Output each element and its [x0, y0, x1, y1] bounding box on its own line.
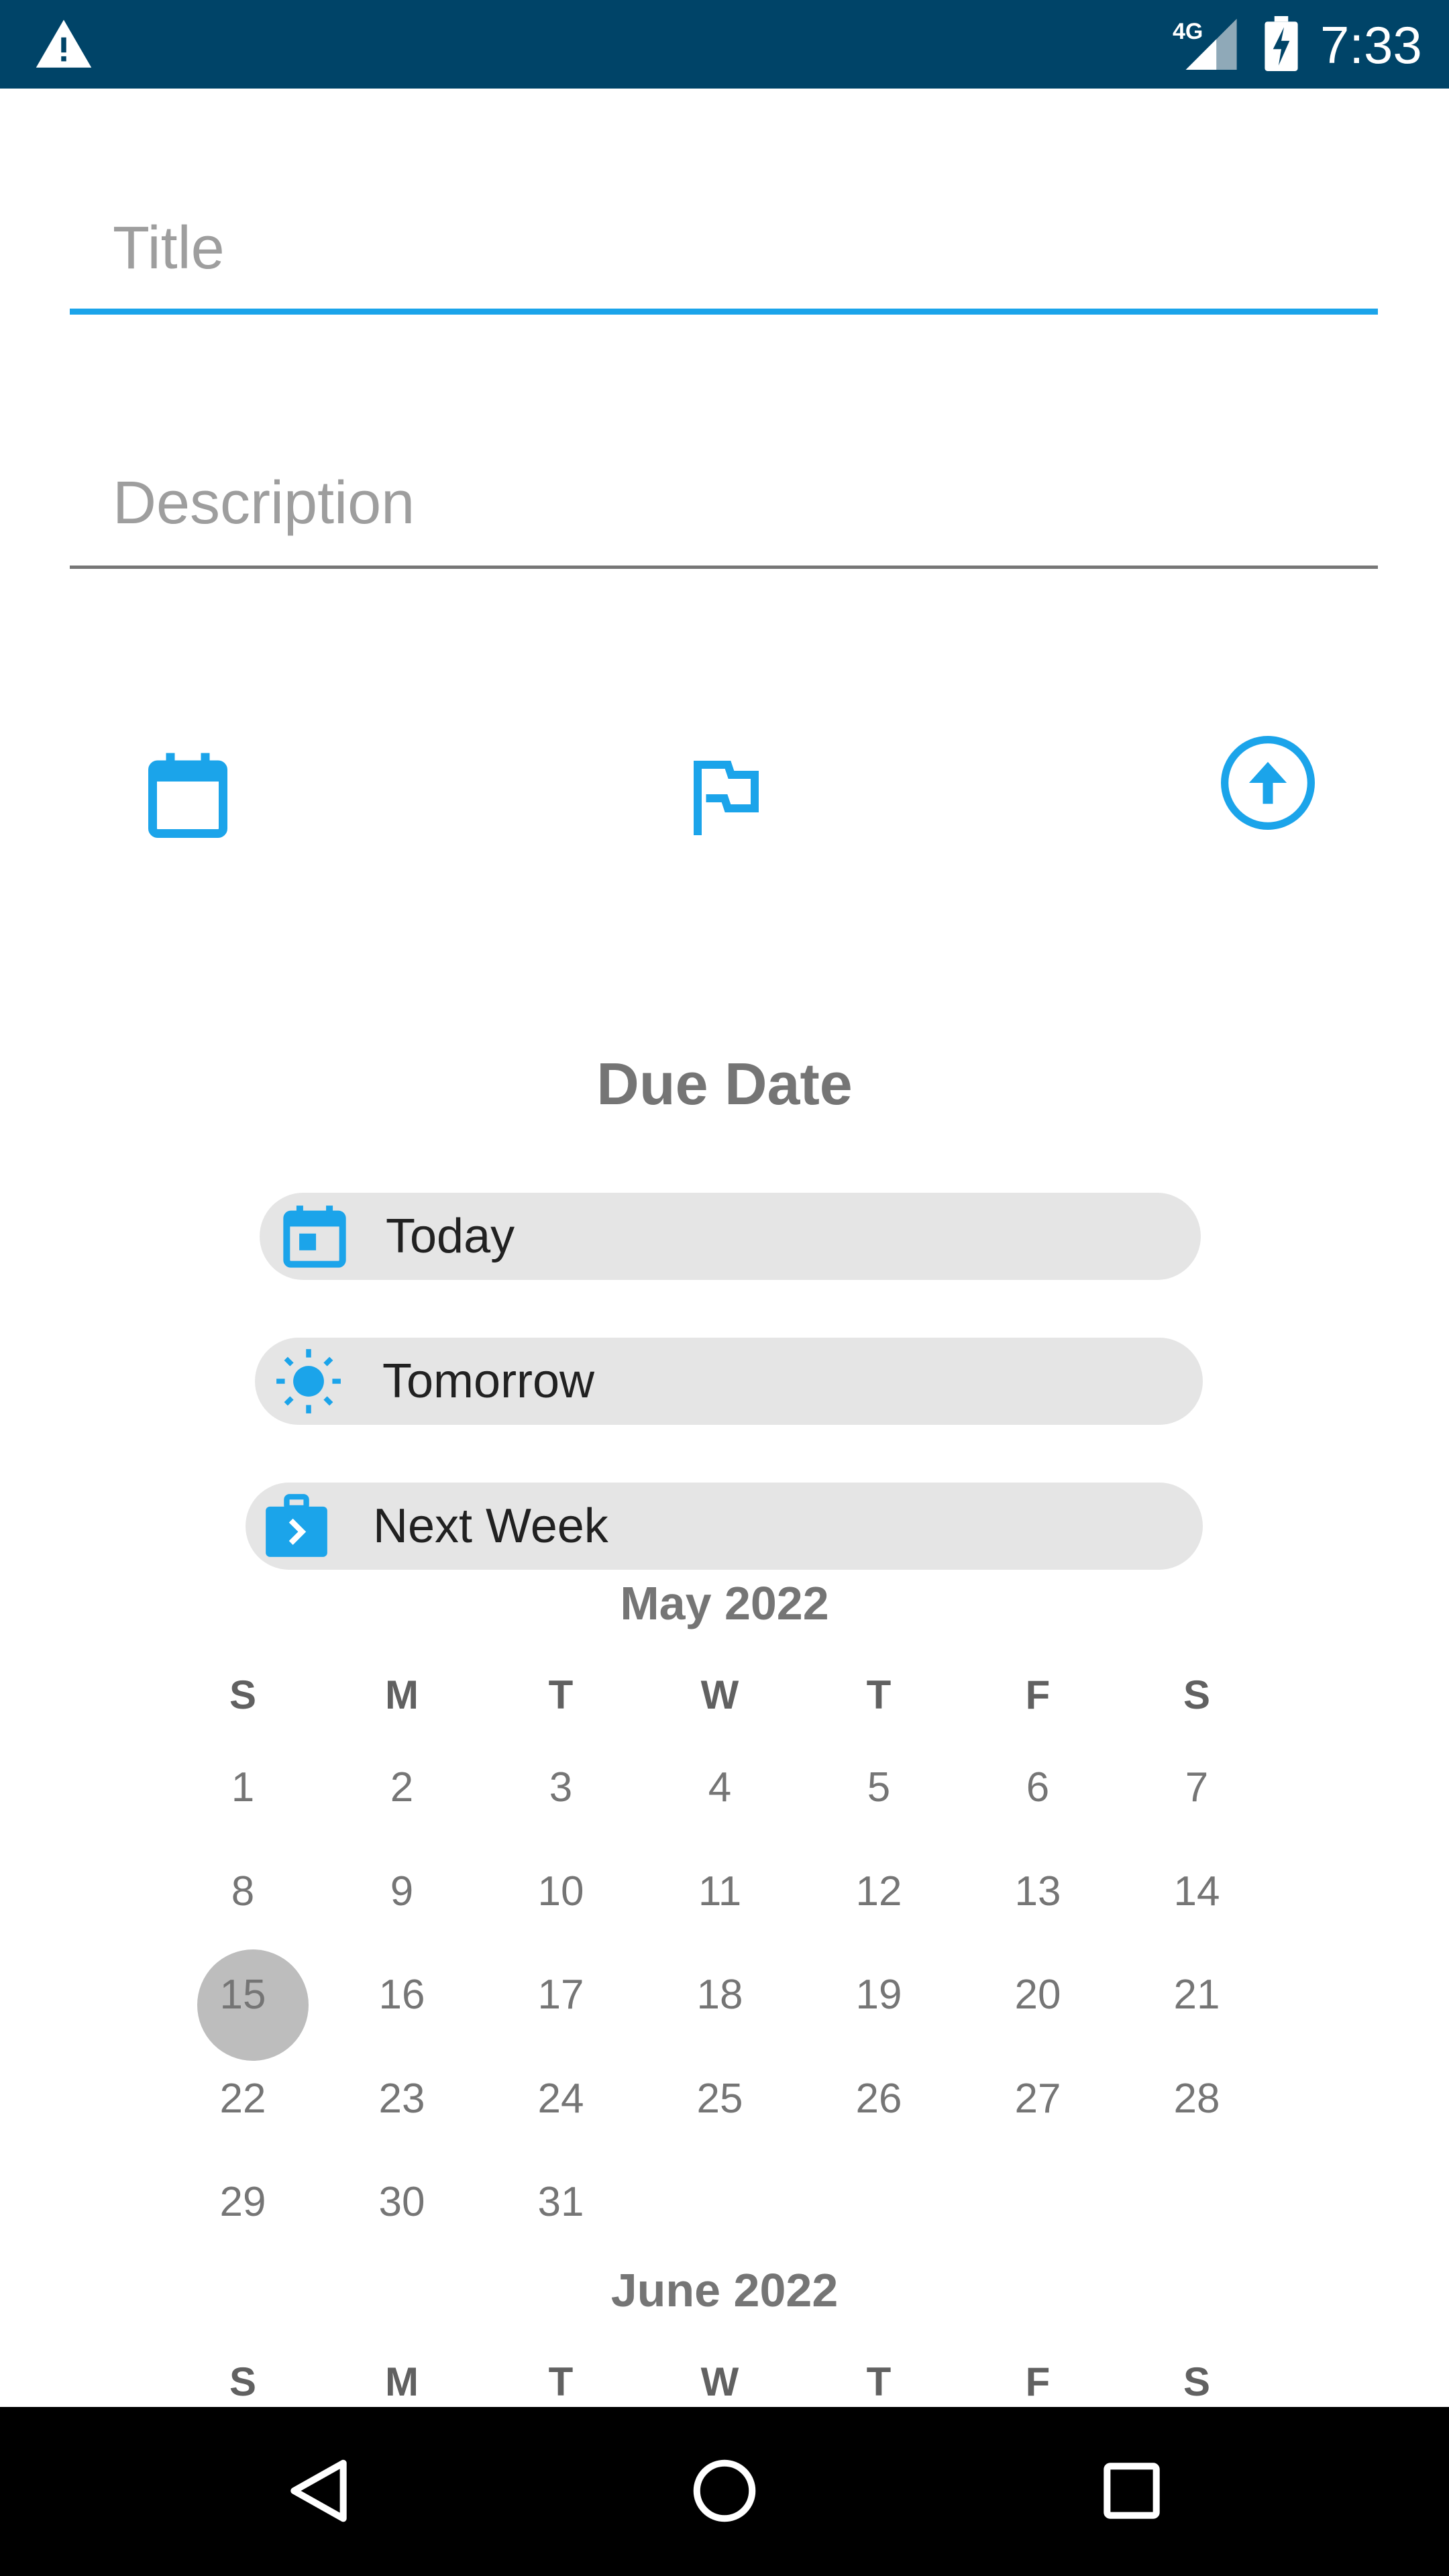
- tomorrow-label: Tomorrow: [382, 1354, 595, 1408]
- calendar-day[interactable]: 18: [666, 1945, 773, 2045]
- calendar-day[interactable]: 11: [666, 1841, 773, 1942]
- weekday-header: W: [700, 1672, 739, 1717]
- calendar-day[interactable]: 3: [507, 1737, 614, 1838]
- tomorrow-option[interactable]: Tomorrow: [255, 1338, 1203, 1425]
- weekday-header: M: [385, 1672, 419, 1717]
- calendar-day[interactable]: 7: [1143, 1737, 1250, 1838]
- title-field[interactable]: Title: [70, 201, 1378, 322]
- home-icon[interactable]: [688, 2454, 761, 2528]
- calendar-day[interactable]: 24: [507, 2049, 614, 2149]
- calendar-day[interactable]: 16: [348, 1945, 455, 2045]
- weekday-header: T: [548, 1672, 574, 1717]
- calendar-day[interactable]: 30: [348, 2152, 455, 2253]
- battery-charging-icon: [1265, 16, 1298, 71]
- description-field[interactable]: Description: [70, 456, 1378, 577]
- calendar-day[interactable]: 31: [507, 2152, 614, 2253]
- due-date-heading: Due Date: [596, 1051, 853, 1117]
- weekday-header: T: [866, 1672, 892, 1717]
- signal-icon: [1185, 19, 1237, 70]
- calendar-day[interactable]: 20: [984, 1945, 1091, 2045]
- calendar-day[interactable]: 23: [348, 2049, 455, 2149]
- calendar-day[interactable]: 12: [825, 1841, 932, 1942]
- flag-icon[interactable]: [684, 758, 765, 839]
- status-bar: 4G 7:33: [0, 0, 1449, 89]
- calendar-day[interactable]: 6: [984, 1737, 1091, 1838]
- calendar-today-icon: [283, 1205, 346, 1268]
- briefcase-next-icon: [266, 1494, 327, 1557]
- month-title-june: June 2022: [610, 2264, 839, 2316]
- recents-icon[interactable]: [1095, 2454, 1169, 2528]
- calendar-day[interactable]: 19: [825, 1945, 932, 2045]
- calendar-day[interactable]: 29: [189, 2152, 297, 2253]
- next-week-label: Next Week: [373, 1499, 608, 1553]
- weekday-header: S: [229, 1672, 257, 1717]
- calendar-day-selected[interactable]: 15: [189, 1945, 309, 2061]
- description-underline: [70, 566, 1378, 569]
- arrow-up-circle-icon[interactable]: [1218, 733, 1318, 833]
- calendar-day[interactable]: 25: [666, 2049, 773, 2149]
- sun-icon: [276, 1349, 341, 1413]
- calendar-icon[interactable]: [148, 751, 228, 839]
- clock: 7:33: [1320, 15, 1422, 74]
- calendar-day[interactable]: 4: [666, 1737, 773, 1838]
- calendar-day[interactable]: 27: [984, 2049, 1091, 2149]
- title-underline: [70, 309, 1378, 315]
- calendar-day[interactable]: 14: [1143, 1841, 1250, 1942]
- back-icon[interactable]: [282, 2454, 356, 2528]
- calendar-day[interactable]: 2: [348, 1737, 455, 1838]
- calendar-day[interactable]: 1: [189, 1737, 297, 1838]
- calendar-day[interactable]: 5: [825, 1737, 932, 1838]
- weekday-header: S: [1183, 1672, 1211, 1717]
- calendar-day[interactable]: 10: [507, 1841, 614, 1942]
- calendar-day[interactable]: 22: [189, 2049, 297, 2149]
- calendar-day[interactable]: 8: [189, 1841, 297, 1942]
- weekday-header: F: [1025, 1672, 1051, 1717]
- navigation-bar: [0, 2407, 1449, 2576]
- calendar-day[interactable]: 13: [984, 1841, 1091, 1942]
- calendar-day[interactable]: 21: [1143, 1945, 1250, 2045]
- month-title-may: May 2022: [620, 1577, 829, 1629]
- today-option[interactable]: Today: [260, 1193, 1201, 1280]
- description-placeholder: Description: [113, 470, 415, 537]
- calendar-day[interactable]: 28: [1143, 2049, 1250, 2149]
- today-label: Today: [386, 1210, 515, 1263]
- calendar-day[interactable]: 17: [507, 1945, 614, 2045]
- calendar-day[interactable]: 9: [348, 1841, 455, 1942]
- next-week-option[interactable]: Next Week: [246, 1483, 1203, 1570]
- title-placeholder: Title: [113, 215, 225, 282]
- warning-icon: [36, 19, 92, 68]
- calendar-day[interactable]: 26: [825, 2049, 932, 2149]
